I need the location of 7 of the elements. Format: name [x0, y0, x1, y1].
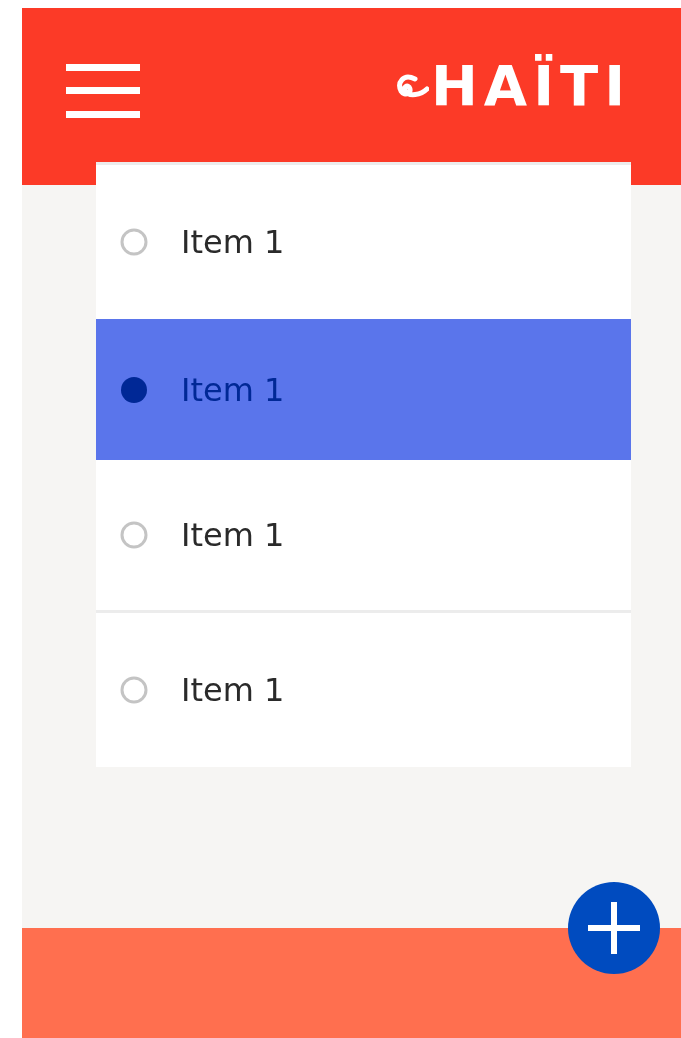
radio-icon — [120, 521, 148, 549]
radio-icon — [120, 228, 148, 256]
radio-icon — [120, 676, 148, 704]
plus-icon — [588, 902, 640, 954]
menu-icon — [66, 64, 140, 118]
menu-button[interactable] — [66, 64, 140, 118]
radio-icon — [120, 375, 148, 404]
